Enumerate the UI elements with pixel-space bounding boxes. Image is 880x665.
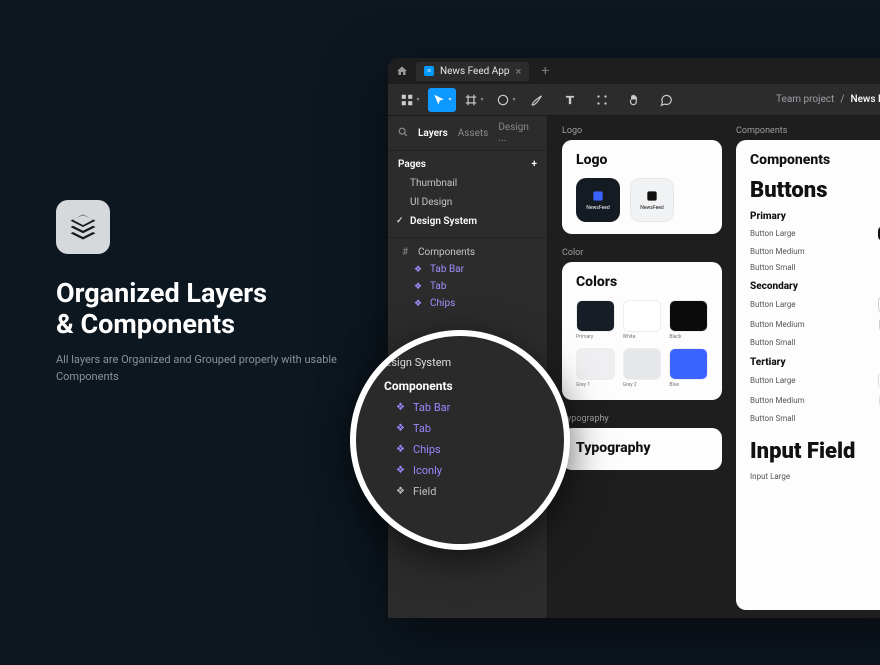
file-icon: ≡	[424, 66, 434, 76]
promo-subtitle: All layers are Organized and Grouped pro…	[56, 352, 376, 385]
layer-tab[interactable]: ❖Tab	[388, 278, 547, 295]
mag-group: Components	[374, 375, 546, 397]
page-ui-design[interactable]: UI Design	[388, 193, 547, 212]
breadcrumb-sep: /	[840, 94, 844, 105]
component-icon: ❖	[396, 465, 405, 476]
comment-tool[interactable]	[652, 88, 680, 112]
canvas[interactable]: Logo Logo NewsFeed NewsFeed Col	[548, 116, 880, 618]
promo-title: Organized Layers & Components	[56, 278, 376, 340]
move-tool[interactable]: ▾	[428, 88, 456, 112]
tertiary-heading: Tertiary	[750, 357, 786, 368]
logo-card-title: Logo	[576, 152, 708, 168]
app-icon-dark: NewsFeed	[576, 178, 620, 222]
breadcrumb-team[interactable]: Team project	[776, 94, 834, 105]
mag-item-iconly[interactable]: ❖Iconly	[374, 460, 546, 481]
mag-item-tab[interactable]: ❖Tab	[374, 418, 546, 439]
add-page-button[interactable]: +	[532, 159, 538, 170]
new-tab-button[interactable]: +	[535, 63, 555, 79]
buttons-heading: Buttons	[750, 178, 880, 203]
frame-label-color: Color	[562, 248, 722, 258]
typography-card[interactable]: Typography	[562, 428, 722, 470]
layer-tabbar[interactable]: ❖Tab Bar	[388, 261, 547, 278]
mag-item-field[interactable]: ❖Field	[374, 481, 546, 502]
component-icon: ❖	[396, 423, 405, 434]
breadcrumb-file[interactable]: News Feed App	[850, 94, 880, 105]
file-tab[interactable]: ≡ News Feed App ×	[416, 62, 529, 81]
components-card-title: Components	[750, 152, 880, 168]
menu-button[interactable]: ▾	[396, 88, 424, 112]
magnifier-overlay: …sign System Components ❖Tab Bar ❖Tab ❖C…	[350, 330, 570, 550]
component-icon: ❖	[396, 402, 405, 413]
swatch-grey2	[623, 348, 662, 380]
typography-card-title: Typography	[576, 440, 708, 456]
shape-tool[interactable]: ▾	[492, 88, 520, 112]
tab-design[interactable]: Design ...	[498, 122, 537, 144]
layers-app-icon	[56, 200, 110, 254]
tab-assets[interactable]: Assets	[458, 128, 489, 139]
mag-item-tabbar[interactable]: ❖Tab Bar	[374, 397, 546, 418]
colors-card[interactable]: Colors Primary White Black Grey 1 Grey 2…	[562, 262, 722, 400]
colors-card-title: Colors	[576, 274, 708, 290]
swatch-black	[669, 300, 708, 332]
search-icon[interactable]	[398, 127, 408, 140]
layer-chips[interactable]: ❖Chips	[388, 295, 547, 312]
components-card[interactable]: Components Buttons PrimaryNormal Button …	[736, 140, 880, 610]
component-icon: ❖	[414, 299, 424, 309]
secondary-heading: Secondary	[750, 281, 798, 292]
mag-header: …sign System	[374, 356, 546, 369]
close-tab-icon[interactable]: ×	[516, 65, 522, 78]
file-tab-title: News Feed App	[440, 66, 510, 77]
resources-tool[interactable]	[588, 88, 616, 112]
text-tool[interactable]	[556, 88, 584, 112]
page-design-system[interactable]: Design System	[388, 212, 547, 231]
frame-label-typography: Typography	[562, 414, 722, 424]
pen-tool[interactable]	[524, 88, 552, 112]
pages-heading: Pages	[398, 159, 426, 170]
input-heading: Input Field	[750, 439, 880, 464]
layer-components-frame[interactable]: #Components	[388, 244, 547, 261]
component-icon: ❖	[414, 265, 424, 275]
watermark: www.dvsxt.com	[830, 426, 880, 439]
swatch-grey1	[576, 348, 615, 380]
tab-layers[interactable]: Layers	[418, 128, 448, 139]
app-icon-light: NewsFeed	[630, 178, 674, 222]
frame-label-components: Components	[736, 126, 880, 136]
frame-tool[interactable]: ▾	[460, 88, 488, 112]
frame-icon: #	[402, 247, 412, 258]
frame-label-logo: Logo	[562, 126, 722, 136]
swatch-blue	[669, 348, 708, 380]
hand-tool[interactable]	[620, 88, 648, 112]
component-icon: ❖	[414, 282, 424, 292]
swatch-white	[623, 300, 662, 332]
swatch-primary	[576, 300, 615, 332]
mag-item-chips[interactable]: ❖Chips	[374, 439, 546, 460]
home-button[interactable]	[394, 63, 410, 79]
component-icon: ❖	[396, 486, 405, 497]
component-icon: ❖	[396, 444, 405, 455]
window-tabbar: ≡ News Feed App × +	[388, 58, 880, 84]
logo-card[interactable]: Logo NewsFeed NewsFeed	[562, 140, 722, 234]
page-thumbnail[interactable]: Thumbnail	[388, 174, 547, 193]
primary-heading: Primary	[750, 211, 786, 222]
toolbar: ▾ ▾ ▾ ▾ Team project / News Feed App	[388, 84, 880, 116]
